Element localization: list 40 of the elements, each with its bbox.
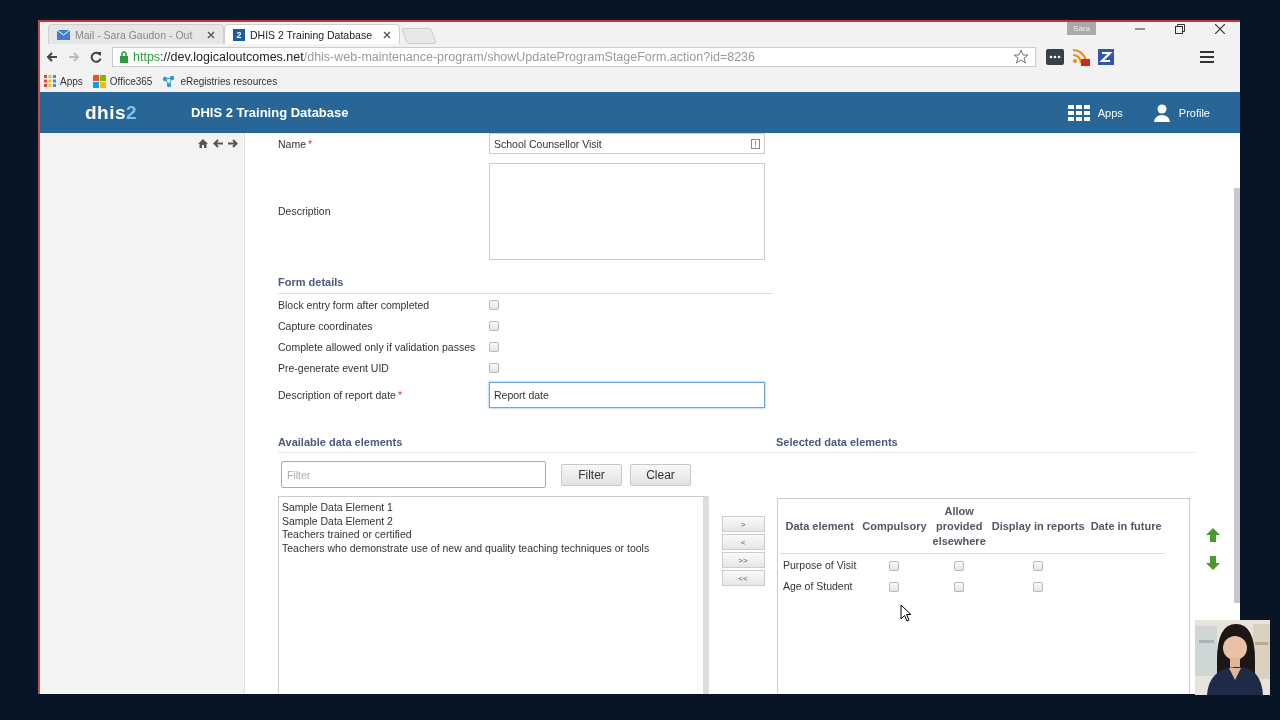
field-label: Name *	[278, 137, 314, 150]
list-item[interactable]: Sample Data Element 2	[282, 514, 700, 529]
section-heading: Available data elements	[278, 436, 404, 448]
column-header: Data element	[780, 500, 860, 554]
column-header: Allow provided elsewhere	[929, 500, 989, 554]
section-heading: Form details	[278, 272, 773, 294]
table-cell-text: Age of Student	[782, 578, 854, 594]
app-title: DHIS 2 Training Database	[191, 105, 349, 120]
move-button[interactable]: <<	[721, 570, 765, 586]
list-item[interactable]: Teachers who demonstrate use of new and quality teaching techniques or tools	[282, 542, 700, 556]
bookmark[interactable]: Apps	[44, 75, 83, 87]
filter-field[interactable]: Filter	[281, 461, 546, 488]
bookmark[interactable]: Office365	[92, 74, 153, 88]
text-field[interactable]: School Counsellor Visit	[489, 133, 765, 154]
list-item[interactable]: Teachers trained or certified	[282, 528, 700, 543]
address-bar[interactable]: https://dev.logicaloutcomes.net/dhis-web-maintenance-program/showUpdateProgramStageForm.action?id=8236	[112, 47, 1036, 67]
list-item[interactable]: Sample Data Element 1	[282, 501, 700, 515]
table-cell: Purpose of Visit	[780, 553, 860, 575]
header-menu-item[interactable]: Profile	[1152, 103, 1210, 122]
column-header: Display in reports	[988, 500, 1088, 554]
section-heading: Selected data elements	[776, 436, 898, 448]
column-header: Compulsory	[859, 500, 930, 554]
move-button[interactable]: >>	[721, 552, 765, 568]
move-button[interactable]: >	[721, 516, 765, 532]
column-header: Date in future	[1087, 500, 1165, 554]
bookmark[interactable]: eRegistries resources	[162, 74, 278, 88]
logo: dhis2	[85, 101, 139, 124]
filter-button[interactable]: Filter	[561, 463, 622, 486]
browser-tab[interactable]: 2 DHIS 2 Training Database	[224, 24, 400, 44]
header-menu-item[interactable]: Apps	[1067, 104, 1123, 121]
field-label: Description of report date *	[278, 389, 403, 401]
checkbox-label: Block entry form after completed	[278, 297, 431, 313]
clear-button[interactable]: Clear	[630, 463, 691, 486]
text-field[interactable]: Report date	[489, 382, 765, 408]
tab-favicon: 2	[233, 28, 245, 41]
move-button[interactable]: <	[721, 534, 765, 550]
checkbox-label: Complete allowed only if validation passes	[278, 339, 477, 355]
field-label: Description	[278, 205, 332, 217]
checkbox-label: Capture coordinates	[278, 318, 374, 334]
checkbox-label: Pre-generate event UID	[278, 360, 390, 376]
